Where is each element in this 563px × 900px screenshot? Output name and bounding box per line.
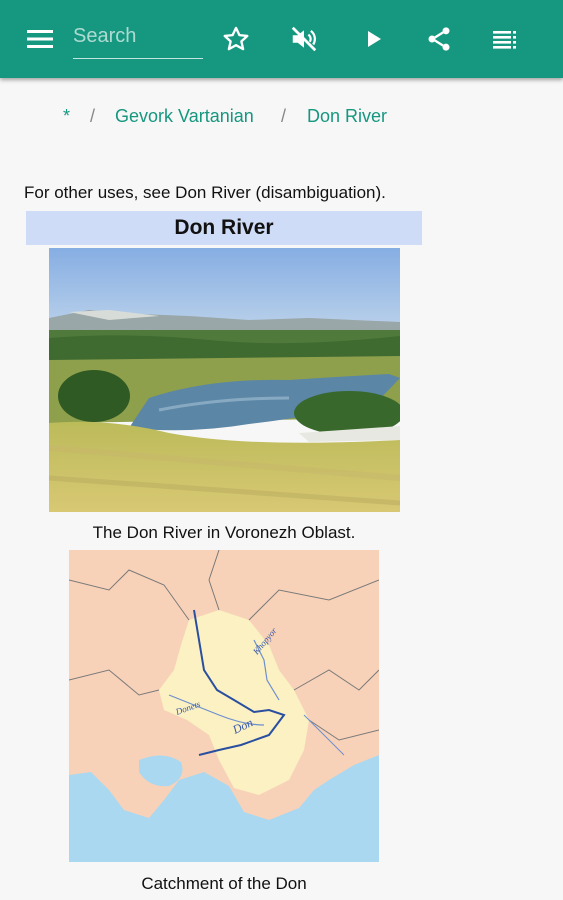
search-field[interactable] [73,20,203,59]
list-icon[interactable] [489,22,523,56]
hatnote[interactable]: For other uses, see Don River (disambigu… [24,183,386,203]
infobox-title: Don River [26,211,422,245]
play-icon[interactable] [356,22,390,56]
breadcrumb-item-gevork-vartanian[interactable]: Gevork Vartanian [115,106,254,127]
search-input[interactable] [73,20,203,58]
breadcrumb-item-don-river[interactable]: Don River [307,106,387,127]
breadcrumb-home[interactable]: * [63,106,70,127]
photo-caption: The Don River in Voronezh Oblast. [92,523,356,542]
app-toolbar [0,0,563,78]
breadcrumb: * / Gevork Vartanian / Don River [0,106,563,132]
hamburger-menu-icon[interactable] [23,22,57,56]
share-icon[interactable] [422,22,456,56]
breadcrumb-separator: / [281,106,287,126]
map-caption: Catchment of the Don [141,874,307,893]
breadcrumb-separator: / [90,106,96,126]
star-icon[interactable] [219,22,253,56]
catchment-map[interactable]: Khopyor Donets Don [69,550,379,862]
speaker-muted-icon[interactable] [287,22,321,56]
infobox-photo[interactable] [49,248,400,512]
